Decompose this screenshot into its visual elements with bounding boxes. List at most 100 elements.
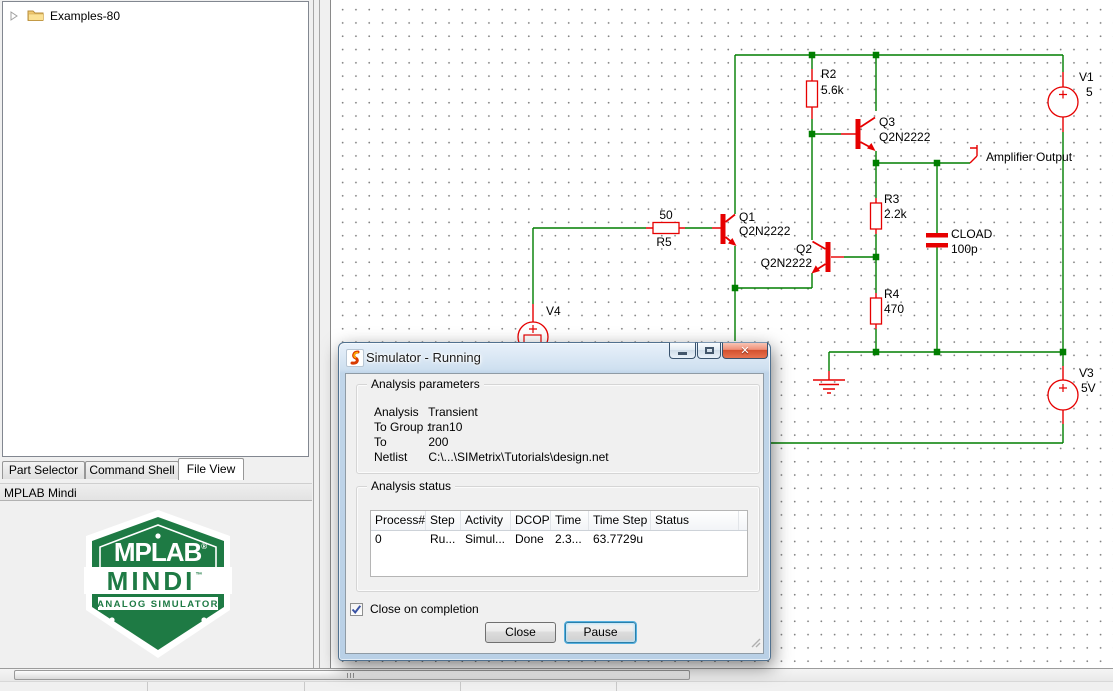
splitter-line[interactable] (313, 0, 314, 668)
group-title: Analysis status (367, 479, 455, 493)
param-row: Netlist C:\...\SIMetrix\Tutorials\design… (374, 450, 609, 465)
param-row: To 200 (374, 435, 448, 450)
cload-value: 100p (951, 242, 978, 256)
logo-product: MINDI™ (107, 566, 206, 596)
param-label: To (374, 435, 425, 450)
col-header[interactable]: DCOP (511, 511, 551, 530)
q3-name: Q3 (879, 115, 895, 129)
folder-icon (27, 8, 44, 24)
param-value: 200 (428, 435, 448, 449)
simulator-dialog[interactable]: Simulator - Running ✕ Analysis parameter… (338, 342, 771, 661)
mplab-mindi-logo: MPLAB® MINDI™ ANALOG SIMULATOR (84, 510, 232, 660)
cell-dcop: Done (511, 531, 551, 547)
analysis-status-group: Analysis status Process# Step Activity D… (356, 486, 760, 592)
q3-value: Q2N2222 (879, 130, 931, 144)
dialog-title[interactable]: Simulator - Running (366, 350, 481, 365)
expand-arrow-icon[interactable] (7, 9, 21, 23)
status-separator (304, 682, 305, 691)
analysis-parameters-group: Analysis parameters Analysis Transient T… (356, 384, 760, 474)
param-value: C:\...\SIMetrix\Tutorials\design.net (428, 450, 608, 464)
resistor-R5[interactable]: 50 R5 (653, 208, 679, 249)
r4-value: 470 (884, 302, 904, 316)
simetrix-icon (346, 349, 364, 367)
col-header[interactable]: Step (426, 511, 461, 530)
status-separator (616, 682, 617, 691)
r3-name: R3 (884, 192, 900, 206)
status-bar (0, 681, 1113, 691)
checkbox-label: Close on completion (370, 602, 479, 616)
status-separator (147, 682, 148, 691)
source-V1[interactable]: V1 5 (1048, 70, 1094, 117)
minimize-button[interactable] (669, 342, 696, 359)
tree-item-examples[interactable]: Examples-80 (7, 6, 120, 26)
status-table: Process# Step Activity DCOP Time Time St… (370, 510, 748, 577)
panel-title: MPLAB Mindi (0, 483, 312, 501)
r3-value: 2.2k (884, 207, 908, 221)
status-separator (460, 682, 461, 691)
pause-button[interactable]: Pause (565, 622, 636, 643)
r2-value: 5.6k (821, 83, 845, 97)
close-window-button[interactable]: ✕ (722, 342, 768, 359)
v3-name: V3 (1079, 366, 1094, 380)
capacitor-CLOAD[interactable]: CLOAD 100p (926, 227, 993, 256)
tree-item-label: Examples-80 (50, 9, 120, 23)
v4-name: V4 (546, 304, 561, 318)
param-label: Netlist (374, 450, 425, 465)
tab-file-view[interactable]: File View (178, 458, 244, 480)
cload-name: CLOAD (951, 227, 993, 241)
param-value: Transient (428, 405, 478, 419)
status-table-header: Process# Step Activity DCOP Time Time St… (371, 511, 747, 531)
cell-time: 2.3... (551, 531, 589, 547)
col-header[interactable]: Activity (461, 511, 511, 530)
scrollbar-grip-icon (347, 673, 355, 678)
splitter-line[interactable] (319, 0, 320, 668)
transistor-Q2[interactable]: Q2 Q2N2222 (761, 242, 831, 274)
param-label: Analysis (374, 405, 425, 420)
q2-name: Q2 (796, 242, 812, 256)
param-row: Analysis Transient (374, 405, 478, 420)
minimize-icon (678, 352, 687, 355)
cell-timestep: 63.7729u (589, 531, 651, 547)
col-header[interactable]: Time (551, 511, 589, 530)
application-window: Examples-80 Part Selector Command Shell … (0, 0, 1113, 691)
logo-brand: MPLAB® (114, 537, 207, 567)
close-icon: ✕ (740, 344, 749, 357)
cell-step: Ru... (426, 531, 461, 547)
r4-name: R4 (884, 287, 900, 301)
param-value: tran10 (428, 420, 462, 434)
close-button[interactable]: Close (485, 622, 556, 643)
r5-name: R5 (656, 235, 672, 249)
q2-value: Q2N2222 (761, 256, 813, 270)
col-header[interactable]: Time Step (589, 511, 651, 530)
panel-tabs: Part Selector Command Shell File View (0, 458, 312, 479)
tab-part-selector[interactable]: Part Selector (2, 461, 85, 479)
group-title: Analysis parameters (367, 377, 484, 391)
q1-name: Q1 (739, 210, 755, 224)
close-on-completion-checkbox[interactable] (350, 603, 363, 616)
status-table-row[interactable]: 0 Ru... Simul... Done 2.3... 63.7729u (371, 531, 747, 547)
mplab-mindi-logo-area: MPLAB® MINDI™ ANALOG SIMULATOR (0, 502, 312, 668)
scrollbar-thumb[interactable] (14, 670, 690, 680)
cell-status (651, 531, 739, 547)
output-probe-icon[interactable]: Amplifier Output (970, 145, 1073, 164)
col-header[interactable]: Process# (371, 511, 426, 530)
q1-value: Q2N2222 (739, 224, 791, 238)
dialog-body: Analysis parameters Analysis Transient T… (345, 373, 764, 654)
v1-name: V1 (1079, 70, 1094, 84)
ground-symbol[interactable] (813, 380, 845, 393)
col-header[interactable]: Status (651, 511, 739, 530)
file-tree[interactable]: Examples-80 (2, 1, 309, 457)
close-on-completion-row: Close on completion (350, 602, 479, 616)
amplifier-output-label: Amplifier Output (986, 150, 1073, 164)
cell-activity: Simul... (461, 531, 511, 547)
maximize-button[interactable] (697, 342, 721, 359)
transistor-Q3[interactable]: Q3 Q2N2222 (856, 115, 931, 151)
v3-value: 5V (1081, 381, 1096, 395)
source-V3[interactable]: V3 5V (1048, 366, 1096, 410)
horizontal-scrollbar[interactable] (0, 668, 1113, 681)
v1-value: 5 (1086, 85, 1093, 99)
resize-grip[interactable] (750, 637, 761, 651)
maximize-icon (705, 347, 714, 354)
transistor-Q1[interactable]: Q1 Q2N2222 (721, 210, 791, 246)
tab-command-shell[interactable]: Command Shell (85, 461, 179, 479)
